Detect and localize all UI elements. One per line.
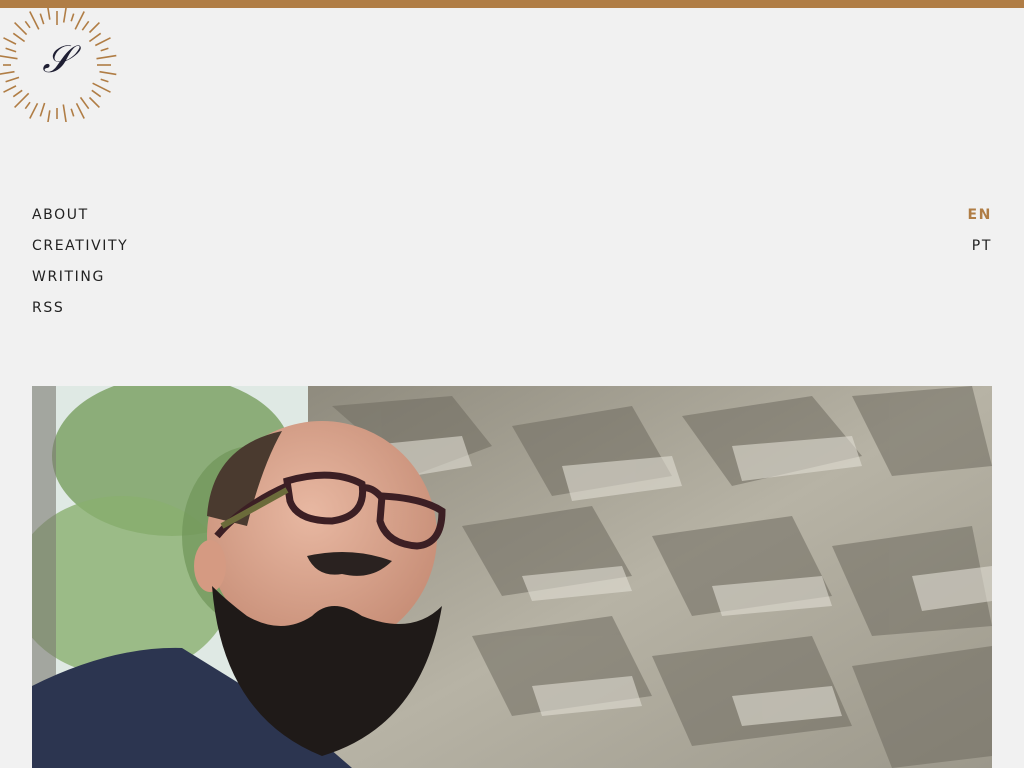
logo-ray: [14, 92, 30, 108]
logo-ray: [92, 82, 111, 93]
site-logo-link[interactable]: 𝒮: [0, 8, 118, 122]
top-accent-bar: [0, 0, 1024, 8]
nav-link-creativity[interactable]: CREATIVITY: [32, 238, 128, 254]
nav-link-about[interactable]: ABOUT: [32, 207, 89, 223]
logo-ray: [0, 55, 18, 60]
monogram-sunburst-icon: 𝒮: [0, 8, 117, 122]
logo-ray: [70, 108, 75, 117]
logo-ray: [75, 102, 85, 119]
language-switcher: EN PT: [968, 204, 992, 266]
logo-ray: [24, 101, 31, 110]
logo-ray: [81, 20, 90, 31]
logo-ray: [74, 11, 85, 30]
logo-ray: [47, 8, 51, 20]
logo-ray: [96, 54, 117, 60]
logo-ray: [91, 89, 102, 98]
logo-ray: [39, 102, 46, 117]
logo-ray: [5, 47, 17, 53]
logo-ray: [12, 32, 26, 43]
language-link-pt[interactable]: PT: [972, 238, 992, 254]
logo-ray: [88, 96, 100, 108]
logo-ray: [5, 76, 20, 83]
logo-ray: [3, 85, 17, 93]
logo-ray: [14, 22, 28, 36]
svg-text:𝒮: 𝒮: [42, 37, 81, 81]
logo-ray: [12, 89, 23, 98]
nav-link-writing[interactable]: WRITING: [32, 269, 105, 285]
hero-portrait-photo: [32, 386, 992, 768]
logo-ray: [0, 70, 15, 75]
logo-ray: [29, 102, 39, 119]
logo-ray: [100, 78, 109, 83]
logo-ray: [29, 11, 40, 30]
logo-ray: [62, 104, 67, 122]
logo-ray: [62, 8, 67, 23]
logo-ray: [99, 70, 117, 76]
logo-ray: [94, 37, 111, 47]
logo-ray: [100, 47, 109, 52]
logo-ray: [88, 32, 102, 43]
logo-ray: [24, 20, 31, 29]
nav-link-rss[interactable]: RSS: [32, 300, 64, 316]
logo-ray: [79, 96, 90, 110]
logo-ray: [70, 13, 75, 22]
logo-ray: [47, 110, 51, 122]
language-link-en[interactable]: EN: [968, 207, 992, 223]
main-navigation: ABOUT CREATIVITY WRITING RSS: [32, 204, 128, 328]
logo-ray: [39, 13, 45, 25]
logo-ray: [3, 37, 17, 45]
logo-ray: [88, 22, 100, 34]
